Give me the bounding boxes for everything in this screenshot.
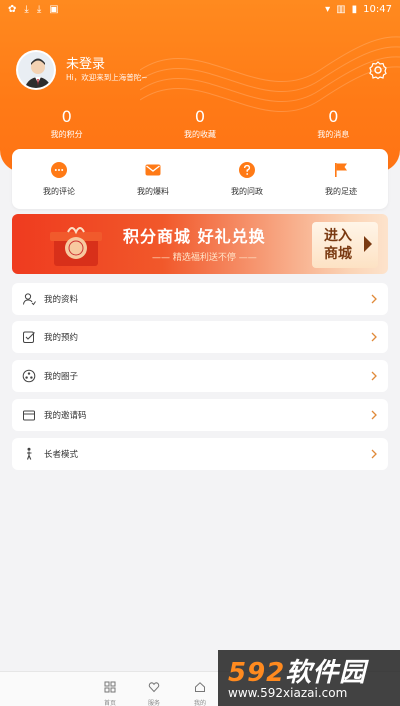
circle-icon <box>22 369 36 383</box>
download-icon: ⤓ <box>24 3 29 15</box>
menu-item-label: 我的圈子 <box>44 372 79 382</box>
card-icon <box>23 410 35 421</box>
stat-label: 我的消息 <box>317 130 350 139</box>
download-icon: ⤓ <box>36 3 42 15</box>
quick-action-label: 我的问政 <box>231 187 263 196</box>
chevron-right-icon <box>371 449 377 459</box>
nav-label: 首页 <box>103 700 116 706</box>
home-icon <box>195 682 205 692</box>
battery-icon: ▮ <box>351 3 358 15</box>
menu-item-label: 长者模式 <box>44 450 79 460</box>
avatar-icon <box>18 52 54 88</box>
app-icon: ✿ <box>8 3 17 15</box>
quick-action-label: 我的足迹 <box>325 187 357 196</box>
elder-icon <box>26 447 32 460</box>
nav-item-mine[interactable]: 我的 <box>185 678 215 706</box>
user-icon <box>23 293 36 306</box>
quick-action-comments[interactable]: 我的评论 <box>12 149 106 209</box>
stat-label: 我的收藏 <box>183 130 216 139</box>
nav-label: 服务 <box>147 700 160 706</box>
nav-item-home[interactable]: 首页 <box>95 678 125 706</box>
menu-item-label: 我的邀请码 <box>44 411 87 421</box>
status-bar: ✿ ⤓ ⤓ ▣ ▾ ▥ ▮ 10:47 <box>0 0 400 18</box>
menu-item-label: 我的预约 <box>44 333 79 343</box>
menu-item-profile[interactable]: 我的资料 <box>12 283 388 315</box>
menu-item-invite-code[interactable]: 我的邀请码 <box>12 399 388 431</box>
mail-icon <box>145 164 161 176</box>
stat-favorites[interactable]: 0 我的收藏 <box>133 108 266 140</box>
quick-action-footprint[interactable]: 我的足迹 <box>294 149 388 209</box>
quick-action-inquiry[interactable]: 我的问政 <box>200 149 294 209</box>
banner-subtitle: —— 精选福利送不停 —— <box>152 253 257 263</box>
nav-label: 我的 <box>193 700 206 706</box>
stat-value: 0 <box>328 107 339 126</box>
chevron-right-icon <box>371 294 377 304</box>
stat-value: 0 <box>194 107 206 126</box>
stat-value: 0 <box>61 107 72 126</box>
sim-icon: ▥ <box>336 3 346 15</box>
chevron-right-icon <box>371 410 377 420</box>
card-icon: ▣ <box>49 3 59 15</box>
comment-icon <box>51 162 67 178</box>
quick-actions-card: 我的评论 我的爆料 我的问政 我的足迹 <box>12 149 388 209</box>
status-time: 10:47 <box>363 3 392 15</box>
avatar[interactable] <box>16 50 56 90</box>
chevron-right-icon <box>371 332 377 342</box>
user-name[interactable]: 未登录 <box>66 53 105 72</box>
greeting-text: Hi，欢迎来到上海普陀~ <box>66 73 148 82</box>
quick-action-tipoff[interactable]: 我的爆料 <box>106 149 200 209</box>
watermark-url: www.592xiazai.com <box>228 686 348 700</box>
stat-messages[interactable]: 0 我的消息 <box>267 108 400 140</box>
quick-action-label: 我的评论 <box>43 187 75 196</box>
profile-header: ✿ ⤓ ⤓ ▣ ▾ ▥ ▮ 10:47 未登录 Hi，欢迎来到上海普陀~ 0 我… <box>0 0 400 172</box>
question-icon <box>239 162 255 178</box>
watermark-text: 软件园 <box>285 658 367 688</box>
stat-points[interactable]: 0 我的积分 <box>0 108 133 140</box>
menu-item-circles[interactable]: 我的圈子 <box>12 360 388 392</box>
chevron-right-icon <box>371 371 377 381</box>
flag-icon <box>335 163 347 177</box>
arrow-right-icon <box>364 236 372 252</box>
menu-item-label: 我的资料 <box>44 295 79 305</box>
gift-icon <box>50 227 102 266</box>
heart-icon <box>148 682 160 693</box>
settings-gear-icon[interactable] <box>368 60 388 80</box>
watermark-number: 592 <box>228 658 286 688</box>
points-mall-banner[interactable]: 积分商城 好礼兑换 —— 精选福利送不停 —— 进入 商城 <box>12 214 388 274</box>
watermark-logo: 592软件园 <box>228 652 366 689</box>
menu-item-elder-mode[interactable]: 长者模式 <box>12 438 388 470</box>
grid-icon <box>104 681 116 693</box>
edit-icon <box>23 331 35 343</box>
nav-item-service[interactable]: 服务 <box>139 678 169 706</box>
wifi-icon: ▾ <box>325 3 331 15</box>
stat-label: 我的积分 <box>50 130 83 139</box>
quick-action-label: 我的爆料 <box>137 187 169 196</box>
banner-title: 积分商城 好礼兑换 <box>123 227 266 246</box>
stats-row: 0 我的积分 0 我的收藏 0 我的消息 <box>0 108 400 140</box>
watermark: 592软件园 www.592xiazai.com <box>218 650 400 706</box>
menu-item-reservations[interactable]: 我的预约 <box>12 321 388 353</box>
